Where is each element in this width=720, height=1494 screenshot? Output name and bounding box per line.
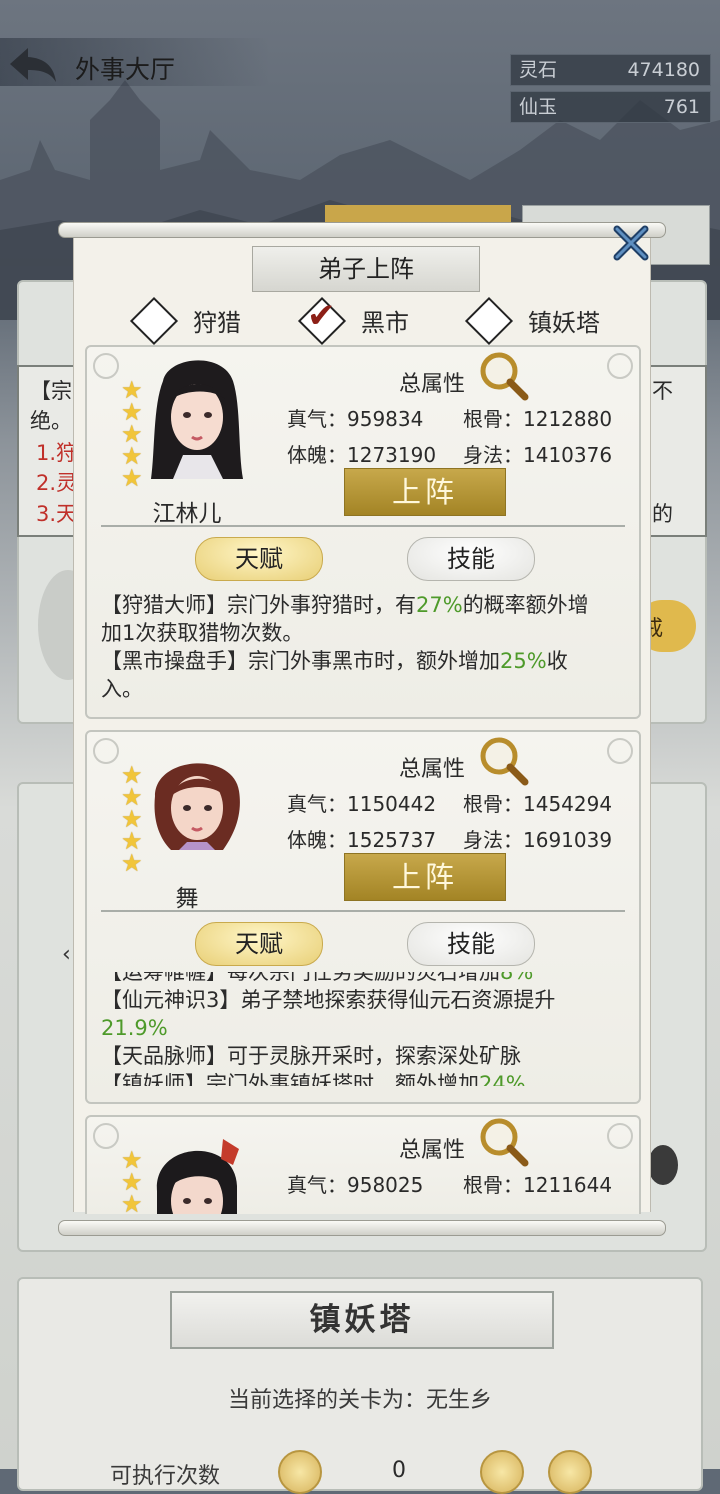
- stat-value: 1525737: [347, 828, 437, 852]
- stat-value: 958025: [347, 1173, 424, 1197]
- close-icon[interactable]: [612, 224, 650, 262]
- talent-entry: 【天品脉师】可于灵脉开采时，探索深处矿脉: [101, 1044, 521, 1068]
- bg-notice-line-4: 2.灵: [36, 471, 78, 495]
- jade-counter: 仙玉 761: [510, 91, 711, 123]
- stat-shenfa: 身法：1691039: [463, 824, 612, 853]
- total-attributes-label: 总属性: [399, 1138, 466, 1163]
- stat-label: 真气：: [287, 407, 347, 431]
- back-arrow-icon[interactable]: [8, 44, 58, 84]
- stat-tipo: 体魄：1273190: [287, 439, 436, 468]
- disciple-portrait[interactable]: [143, 1131, 247, 1214]
- stat-label: 真气：: [287, 792, 347, 816]
- jade-value: 761: [663, 96, 700, 118]
- talent-tab[interactable]: 天赋: [195, 537, 323, 581]
- stat-value: 1410376: [523, 443, 613, 467]
- talent-scroll-area[interactable]: 【运筹帷幄】每次宗门任务奖励的灵石增加8% 【仙元神识3】弟子禁地探索获得仙元石…: [101, 972, 611, 1086]
- talent-entry: 【黑市操盘手】宗门外事黑市时，额外增加25%收入。: [101, 649, 568, 701]
- bg-notice-right-1: 不: [652, 379, 673, 403]
- stat-label: 体魄：: [287, 443, 347, 467]
- talent-entry: 【仙元神识3】弟子禁地探索获得仙元石资源提升21.9%: [101, 988, 556, 1040]
- disciple-name: 舞: [175, 886, 199, 912]
- stat-gengu: 根骨：1212880: [463, 403, 612, 432]
- magnifier-icon[interactable]: [479, 1117, 529, 1167]
- disciple-portrait[interactable]: [143, 351, 247, 481]
- talent-entry: 【狩猎大师】宗门外事狩猎时，有27%的概率额外增加1次获取猎物次数。: [101, 593, 589, 645]
- talent-entry: 【镇妖师】宗门外事镇妖塔时，额外增加24%: [101, 1072, 526, 1086]
- talent-description: 【狩猎大师】宗门外事狩猎时，有27%的概率额外增加1次获取猎物次数。 【黑市操盘…: [101, 591, 597, 703]
- stat-label: 根骨：: [463, 1173, 523, 1197]
- scroll-rod-top: [58, 222, 666, 238]
- filter-hunting-label: 狩猎: [193, 309, 241, 337]
- corner-ornament: [93, 1123, 119, 1149]
- talent-description: 【运筹帷幄】每次宗门任务奖励的灵石增加8% 【仙元神识3】弟子禁地探索获得仙元石…: [101, 972, 606, 1086]
- stat-gengu: 根骨：1211644: [463, 1169, 612, 1198]
- talent-entry: 【运筹帷幄】每次宗门任务奖励的灵石增加8%: [101, 972, 534, 984]
- stat-zhenqi: 真气：1150442: [287, 788, 436, 817]
- stat-shenfa: 身法：1410376: [463, 439, 612, 468]
- stat-value: 1691039: [523, 828, 613, 852]
- disciple-card: ★ ★ ★ ★ ★ 总属性 真气：958025 根骨：1211644: [85, 1115, 641, 1214]
- magnifier-icon[interactable]: [479, 736, 529, 786]
- stat-label: 身法：: [463, 828, 523, 852]
- stat-value: 1150442: [347, 792, 437, 816]
- card-divider: [101, 910, 625, 912]
- total-attributes-label: 总属性: [399, 372, 466, 397]
- skill-tab[interactable]: 技能: [407, 537, 535, 581]
- corner-ornament: [607, 1123, 633, 1149]
- talent-tab[interactable]: 天赋: [195, 922, 323, 966]
- decrease-button[interactable]: [278, 1450, 322, 1494]
- scroll-rod-bottom: [58, 1220, 666, 1236]
- corner-ornament: [93, 353, 119, 379]
- stat-tipo: 体魄：1525737: [287, 824, 436, 853]
- exec-count-label: 可执行次数: [110, 1464, 221, 1489]
- corner-ornament: [607, 738, 633, 764]
- modal-title: 弟子上阵: [252, 246, 480, 292]
- exec-count-value: 0: [392, 1458, 406, 1483]
- bg-notice-line-3: 1.狩: [36, 441, 78, 465]
- check-mark-icon: ✔: [307, 296, 336, 336]
- filter-black-market-label: 黑市: [361, 309, 409, 337]
- jade-label: 仙玉: [519, 96, 558, 118]
- max-button[interactable]: [548, 1450, 592, 1494]
- corner-ornament: [607, 353, 633, 379]
- card-divider: [101, 525, 625, 527]
- total-attributes-label: 总属性: [399, 757, 466, 782]
- stat-label: 根骨：: [463, 792, 523, 816]
- bg-notice-line-2: 绝。: [30, 409, 72, 433]
- current-stage-text: 当前选择的关卡为：无生乡: [227, 1388, 492, 1413]
- stat-label: 根骨：: [463, 407, 523, 431]
- stat-gengu: 根骨：1454294: [463, 788, 612, 817]
- stat-label: 真气：: [287, 1173, 347, 1197]
- stat-label: 身法：: [463, 443, 523, 467]
- filter-demon-tower-label: 镇妖塔: [528, 309, 600, 337]
- stat-value: 1211644: [523, 1173, 613, 1197]
- stat-label: 体魄：: [287, 828, 347, 852]
- magnifier-icon[interactable]: [479, 351, 529, 401]
- stat-value: 1273190: [347, 443, 437, 467]
- bg-notice-line-5: 3.天: [36, 502, 78, 526]
- deploy-button[interactable]: 上阵: [344, 853, 506, 901]
- skill-tab[interactable]: 技能: [407, 922, 535, 966]
- stat-value: 1454294: [523, 792, 613, 816]
- stat-value: 1212880: [523, 407, 613, 431]
- stat-zhenqi: 真气：959834: [287, 403, 423, 432]
- stat-zhenqi: 真气：958025: [287, 1169, 423, 1198]
- increase-button[interactable]: [480, 1450, 524, 1494]
- disciple-card: ★ ★ ★ ★ ★ 舞 总属性 真气：1150442 根骨：1454294 体魄…: [85, 730, 641, 1104]
- disciple-card: ★ ★ ★ ★ ★ 江林儿 总属性 真气：959834 根骨：1212880 体…: [85, 345, 641, 719]
- spirit-stone-counter: 灵石 474180: [510, 54, 711, 86]
- disciple-portrait[interactable]: [143, 746, 247, 876]
- deploy-button[interactable]: 上阵: [344, 468, 506, 516]
- spirit-stone-value: 474180: [627, 59, 700, 81]
- bg-notice-line-1: 【宗: [30, 379, 72, 403]
- disciple-name: 江林儿: [152, 501, 222, 527]
- tower-title: 镇妖塔: [170, 1291, 554, 1349]
- bg-left-arrow-icon: ‹: [62, 942, 71, 967]
- corner-ornament: [93, 738, 119, 764]
- spirit-stone-label: 灵石: [519, 59, 558, 81]
- stat-value: 959834: [347, 407, 424, 431]
- page-title: 外事大厅: [75, 55, 176, 84]
- bg-notice-right-2: 的: [652, 502, 673, 526]
- bg-creature-icon: [648, 1145, 678, 1185]
